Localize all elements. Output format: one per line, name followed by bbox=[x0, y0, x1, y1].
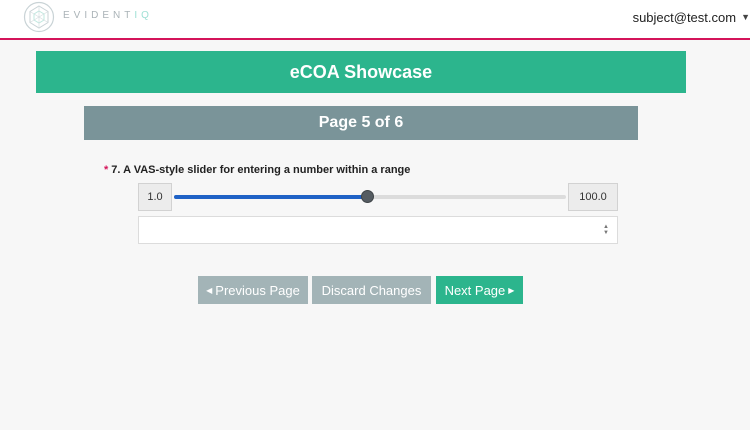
discard-changes-label: Discard Changes bbox=[321, 282, 422, 298]
slider-min-label: 1.0 bbox=[138, 183, 172, 211]
top-bar: EVIDENTIQ subject@test.com ▼ bbox=[0, 0, 750, 40]
page-indicator-text: Page 5 of 6 bbox=[318, 114, 404, 131]
question-label: * 7. A VAS-style slider for entering a nu… bbox=[104, 164, 410, 176]
required-marker: * bbox=[104, 164, 109, 176]
slider-value-input[interactable]: ▲ ▼ bbox=[138, 216, 618, 244]
slider-max-label: 100.0 bbox=[568, 183, 618, 211]
page-indicator-bar: Page 5 of 6 bbox=[84, 106, 638, 140]
logo-text-accent: IQ bbox=[134, 10, 153, 21]
triangle-right-icon: ▶ bbox=[508, 285, 515, 295]
discard-changes-button[interactable]: Discard Changes bbox=[312, 276, 431, 304]
logo-text-main: EVIDENT bbox=[63, 10, 135, 21]
question-text: 7. A VAS-style slider for entering a num… bbox=[111, 164, 411, 176]
user-email[interactable]: subject@test.com bbox=[633, 10, 737, 25]
caret-down-icon[interactable]: ▼ bbox=[741, 12, 750, 22]
spinner-arrows-icon[interactable]: ▲ ▼ bbox=[602, 224, 610, 236]
slider-thumb[interactable] bbox=[361, 190, 375, 203]
previous-page-button[interactable]: ◀ Previous Page bbox=[198, 276, 308, 304]
logo-wordmark: EVIDENTIQ bbox=[63, 10, 153, 21]
next-page-label: Next Page bbox=[444, 282, 506, 298]
slider-track[interactable] bbox=[174, 190, 566, 203]
evidentiq-logo-icon bbox=[23, 1, 55, 33]
vas-slider[interactable]: 1.0 100.0 bbox=[138, 183, 618, 211]
survey-title-banner: eCOA Showcase bbox=[36, 51, 686, 93]
survey-title: eCOA Showcase bbox=[289, 61, 433, 82]
previous-page-label: Previous Page bbox=[215, 282, 300, 298]
next-page-button[interactable]: Next Page ▶ bbox=[436, 276, 523, 304]
user-menu[interactable]: subject@test.com ▼ bbox=[633, 7, 750, 27]
slider-track-fill bbox=[174, 195, 369, 199]
triangle-left-icon: ◀ bbox=[206, 285, 213, 295]
